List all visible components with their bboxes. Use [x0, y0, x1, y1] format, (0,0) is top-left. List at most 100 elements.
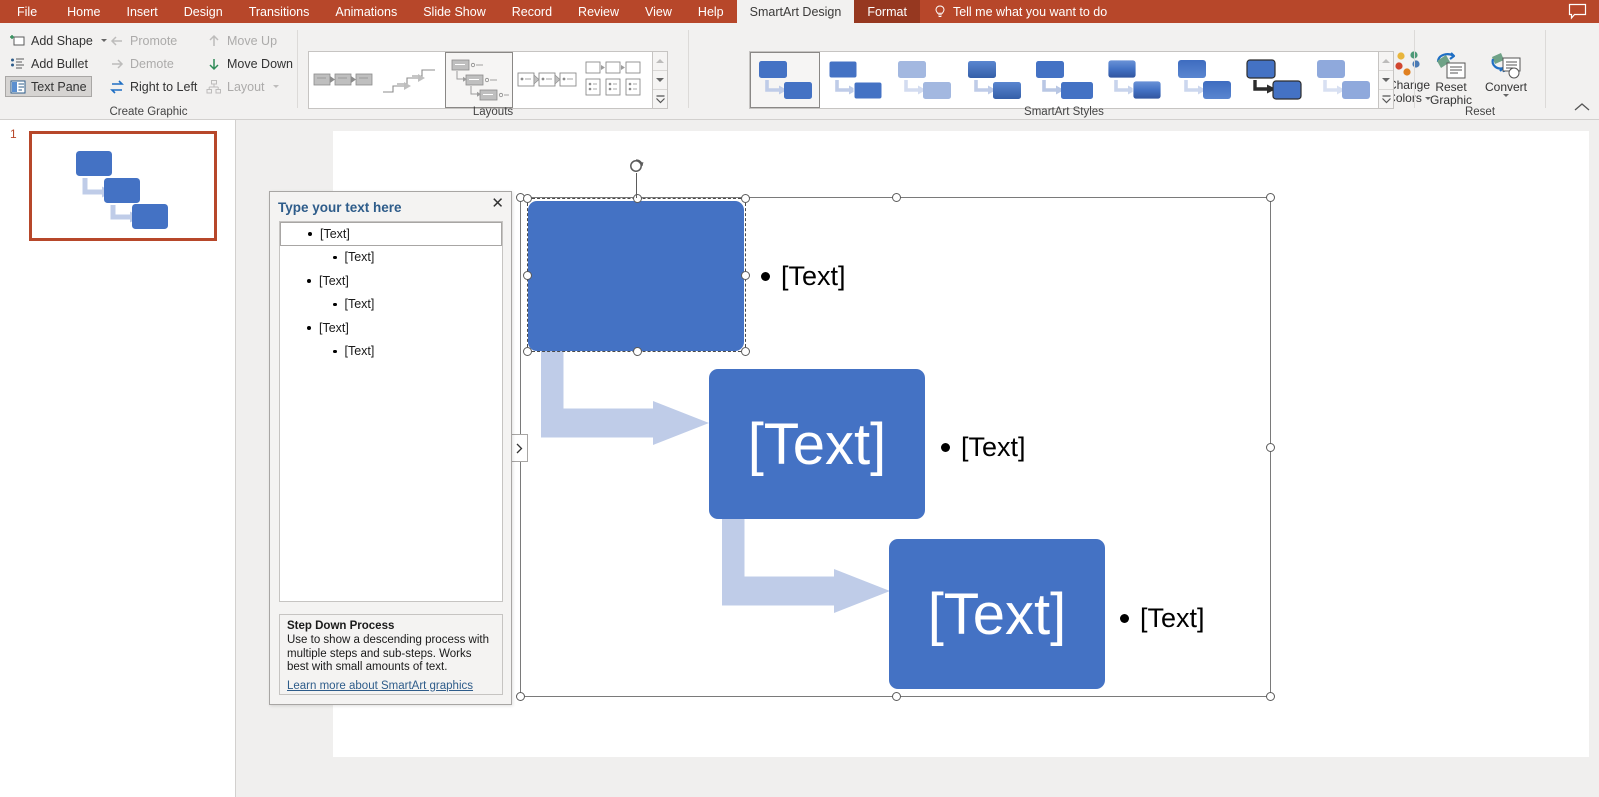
- ascending-steps-thumb: [383, 69, 435, 93]
- text-pane-expand-button[interactable]: [511, 434, 528, 462]
- style-thumb-powder[interactable]: [1308, 52, 1378, 108]
- style-moderate-effect-thumb: [968, 61, 1022, 99]
- tab-smartart-design[interactable]: SmartArt Design: [736, 0, 855, 23]
- add-shape-button[interactable]: Add Shape: [6, 30, 111, 51]
- close-icon[interactable]: ✕: [491, 196, 504, 211]
- shape-handle-bottom-left[interactable]: [523, 347, 532, 356]
- basic-chevron-process-thumb: [313, 73, 373, 86]
- layout-icon: [206, 79, 221, 93]
- layouts-gallery[interactable]: [308, 51, 653, 109]
- ribbon-tab-bar: File Home Insert Design Transitions Anim…: [0, 0, 1599, 23]
- comment-icon[interactable]: [1568, 3, 1587, 20]
- text-pane-item-1-text: [Text]: [320, 226, 350, 241]
- styles-scroll-down[interactable]: [1379, 71, 1393, 90]
- ribbon: Add Shape Add Bullet Text Pane Promote D…: [0, 23, 1599, 120]
- styles-gallery-more[interactable]: [1379, 90, 1393, 108]
- process-arrows-thumb: [517, 72, 577, 87]
- slide-thumbnail-1[interactable]: [29, 131, 217, 241]
- shape-handle-bottom-center[interactable]: [633, 347, 642, 356]
- smartart-box-2[interactable]: [Text]: [709, 369, 925, 519]
- shape-handle-middle-right[interactable]: [741, 271, 750, 280]
- tab-view[interactable]: View: [632, 0, 685, 23]
- convert-icon: [1491, 53, 1521, 79]
- tab-file[interactable]: File: [0, 0, 54, 23]
- convert-label-line1: Convert: [1484, 80, 1528, 94]
- style-subtle-effect-thumb: [898, 61, 952, 99]
- add-bullet-button[interactable]: Add Bullet: [6, 53, 92, 74]
- demote-label: Demote: [130, 56, 174, 71]
- smartart-box-3[interactable]: [Text]: [889, 539, 1105, 689]
- text-pane-item-1[interactable]: [Text]: [280, 222, 502, 246]
- slide-number-label: 1: [10, 127, 17, 141]
- selection-handle-bottom-right[interactable]: [1266, 692, 1275, 701]
- smartart-styles-gallery-scroll[interactable]: [1379, 51, 1394, 109]
- smartart-bullet-1[interactable]: [Text]: [761, 261, 846, 292]
- style-thumb-inset[interactable]: [1169, 52, 1239, 108]
- selection-handle-top-center[interactable]: [892, 193, 901, 202]
- layouts-scroll-down[interactable]: [653, 71, 667, 90]
- shape-handle-top-left[interactable]: [523, 194, 532, 203]
- layout-thumb-step-down-process[interactable]: [445, 52, 513, 108]
- layout-description-body: Use to show a descending process with mu…: [287, 634, 489, 673]
- layouts-gallery-scroll[interactable]: [653, 51, 668, 109]
- layout-thumb-ascending-steps[interactable]: [377, 52, 445, 108]
- style-thumb-intense-effect[interactable]: [1029, 52, 1099, 108]
- layout-dropdown-icon: [272, 85, 279, 88]
- tab-design[interactable]: Design: [171, 0, 236, 23]
- tab-animations[interactable]: Animations: [322, 0, 410, 23]
- text-pane-item-5-text: [Text]: [319, 320, 349, 335]
- style-thumb-cartoon[interactable]: [1238, 52, 1308, 108]
- style-thumb-simple-fill[interactable]: [750, 52, 820, 108]
- move-down-icon: [209, 58, 219, 70]
- learn-more-link[interactable]: Learn more about SmartArt graphics: [287, 680, 473, 692]
- rotate-handle-icon[interactable]: [629, 158, 645, 174]
- tab-review[interactable]: Review: [565, 0, 632, 23]
- slide-thumbnail-preview: [32, 134, 214, 238]
- smartart-bullet-3[interactable]: [Text]: [1120, 603, 1205, 634]
- shape-handle-top-center[interactable]: [633, 194, 642, 203]
- style-thumb-moderate-effect[interactable]: [959, 52, 1029, 108]
- move-up-button: Move Up: [202, 30, 281, 51]
- text-pane-item-2[interactable]: [Text]: [280, 246, 502, 270]
- style-thumb-white-outline[interactable]: [820, 52, 890, 108]
- shape-handle-top-right[interactable]: [741, 194, 750, 203]
- shape-handle-bottom-right[interactable]: [741, 347, 750, 356]
- chevron-up-icon[interactable]: [1574, 99, 1590, 115]
- ribbon-group-create-graphic: Add Shape Add Bullet Text Pane Promote D…: [0, 23, 297, 120]
- text-pane-list[interactable]: [Text] [Text] [Text] [Text] [Text] [Text…: [279, 221, 503, 602]
- bullet-dot-icon: [307, 278, 311, 283]
- right-to-left-button[interactable]: Right to Left: [105, 76, 201, 97]
- promote-label: Promote: [130, 33, 178, 48]
- selection-handle-bottom-left[interactable]: [516, 692, 525, 701]
- selection-handle-top-right[interactable]: [1266, 193, 1275, 202]
- selection-handle-bottom-center[interactable]: [892, 692, 901, 701]
- convert-dropdown-icon[interactable]: [1503, 94, 1509, 97]
- text-pane-item-4[interactable]: [Text]: [280, 293, 502, 317]
- smartart-bullet-2[interactable]: [Text]: [941, 432, 1026, 463]
- shape-handle-middle-left[interactable]: [523, 271, 532, 280]
- style-thumb-subtle-effect[interactable]: [890, 52, 960, 108]
- tab-home[interactable]: Home: [54, 0, 113, 23]
- tab-help[interactable]: Help: [685, 0, 737, 23]
- detailed-process-thumb: [585, 61, 641, 96]
- text-pane-item-6[interactable]: [Text]: [280, 340, 502, 364]
- tab-record[interactable]: Record: [499, 0, 565, 23]
- tab-format[interactable]: Format: [854, 0, 920, 23]
- move-down-button[interactable]: Move Down: [202, 53, 297, 74]
- text-pane-item-5[interactable]: [Text]: [280, 316, 502, 340]
- layout-thumb-detailed-process[interactable]: [581, 52, 649, 108]
- layout-thumb-process-arrows[interactable]: [513, 52, 581, 108]
- smartart-styles-gallery[interactable]: [749, 51, 1379, 109]
- text-pane-button[interactable]: Text Pane: [5, 76, 92, 97]
- layout-thumb-basic-chevron-process[interactable]: [309, 52, 377, 108]
- text-pane-item-3[interactable]: [Text]: [280, 269, 502, 293]
- tab-insert[interactable]: Insert: [114, 0, 171, 23]
- tab-slide-show[interactable]: Slide Show: [410, 0, 499, 23]
- selection-handle-middle-right[interactable]: [1266, 443, 1275, 452]
- layouts-scroll-up[interactable]: [653, 52, 667, 71]
- tell-me-box[interactable]: Tell me what you want to do: [920, 0, 1107, 23]
- styles-scroll-up[interactable]: [1379, 52, 1393, 71]
- style-thumb-polished[interactable]: [1099, 52, 1169, 108]
- bullet-dot-icon: [333, 302, 337, 306]
- tab-transitions[interactable]: Transitions: [236, 0, 323, 23]
